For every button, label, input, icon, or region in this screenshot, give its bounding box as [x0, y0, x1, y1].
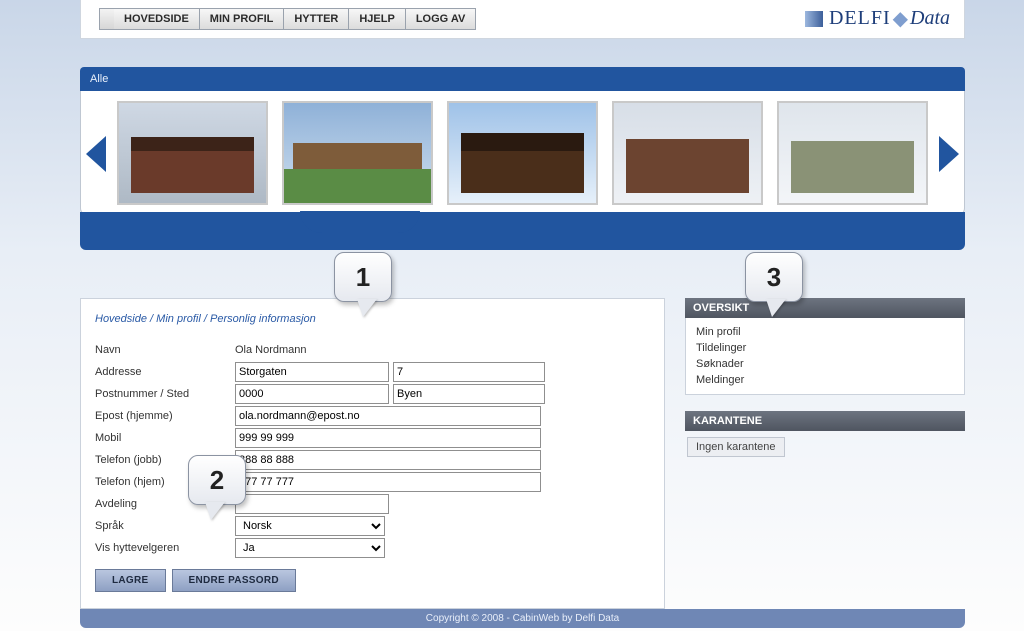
brand-diamond-icon: ◆	[893, 6, 908, 31]
side-column: OVERSIKT Min profil Tildelinger Søknader…	[685, 298, 965, 609]
quarantine-box: KARANTENE Ingen karantene	[685, 411, 965, 457]
nav-hovedside[interactable]: HOVEDSIDE	[114, 8, 200, 30]
quarantine-header: KARANTENE	[685, 411, 965, 431]
side-link-meldinger[interactable]: Meldinger	[696, 372, 954, 388]
nav-min-profil[interactable]: MIN PROFIL	[200, 8, 285, 30]
overview-box: OVERSIKT Min profil Tildelinger Søknader…	[685, 298, 965, 395]
carousel-item[interactable]	[117, 101, 268, 205]
label-email: Epost (hjemme)	[95, 410, 235, 422]
nav-hjelp[interactable]: HJELP	[349, 8, 405, 30]
label-show-picker: Vis hyttevelgeren	[95, 542, 235, 554]
input-email[interactable]	[235, 406, 541, 426]
label-lang: Språk	[95, 520, 235, 532]
crumb-current: Personlig informasjon	[210, 313, 316, 325]
main-menu: HOVEDSIDE MIN PROFIL HYTTER HJELP LOGG A…	[99, 8, 476, 30]
input-zip[interactable]	[235, 384, 389, 404]
input-address-street[interactable]	[235, 362, 389, 382]
select-lang[interactable]: Norsk	[235, 516, 385, 536]
label-address: Addresse	[95, 366, 235, 378]
label-mobile: Mobil	[95, 432, 235, 444]
cabin-carousel	[80, 91, 965, 216]
carousel-underband	[80, 212, 965, 250]
brand-logo: DELFI ◆ Data	[805, 6, 950, 31]
menu-collapse-icon[interactable]	[99, 8, 114, 30]
brand-text-b: Data	[910, 7, 950, 30]
footer: Copyright © 2008 - CabinWeb by Delfi Dat…	[80, 609, 965, 628]
carousel-item[interactable]	[447, 101, 598, 205]
brand-text-a: DELFI	[829, 7, 891, 30]
carousel-item[interactable]	[282, 101, 433, 205]
input-city[interactable]	[393, 384, 545, 404]
value-name: Ola Nordmann	[235, 344, 307, 356]
carousel-item[interactable]	[777, 101, 928, 205]
input-mobile[interactable]	[235, 428, 541, 448]
crumb-min-profil[interactable]: Min profil	[156, 313, 201, 325]
carousel-prev-icon[interactable]	[86, 136, 106, 172]
carousel-next-icon[interactable]	[939, 136, 959, 172]
tab-alle[interactable]: Alle	[90, 73, 108, 85]
nav-hytter[interactable]: HYTTER	[284, 8, 349, 30]
callout-2: 2	[188, 455, 246, 505]
label-zip-city: Postnummer / Sted	[95, 388, 235, 400]
crumb-hovedside[interactable]: Hovedside	[95, 313, 147, 325]
label-name: Navn	[95, 344, 235, 356]
profile-panel: Hovedside / Min profil / Personlig infor…	[80, 298, 665, 609]
nav-logg-av[interactable]: LOGG AV	[406, 8, 477, 30]
select-show-picker[interactable]: Ja	[235, 538, 385, 558]
input-phone-work[interactable]	[235, 450, 541, 470]
input-phone-home[interactable]	[235, 472, 541, 492]
carousel-item[interactable]	[612, 101, 763, 205]
quarantine-status: Ingen karantene	[687, 437, 785, 457]
side-link-tildelinger[interactable]: Tildelinger	[696, 340, 954, 356]
side-link-soknader[interactable]: Søknader	[696, 356, 954, 372]
change-password-button[interactable]: ENDRE PASSORD	[172, 569, 296, 592]
callout-3: 3	[745, 252, 803, 302]
overview-header: OVERSIKT	[685, 298, 965, 318]
filter-tabs: Alle	[80, 67, 965, 91]
side-link-min-profil[interactable]: Min profil	[696, 324, 954, 340]
brand-mark-icon	[805, 11, 823, 27]
save-button[interactable]: LAGRE	[95, 569, 166, 592]
input-address-no[interactable]	[393, 362, 545, 382]
callout-1: 1	[334, 252, 392, 302]
input-dept[interactable]	[235, 494, 389, 514]
top-bar: HOVEDSIDE MIN PROFIL HYTTER HJELP LOGG A…	[80, 0, 965, 39]
